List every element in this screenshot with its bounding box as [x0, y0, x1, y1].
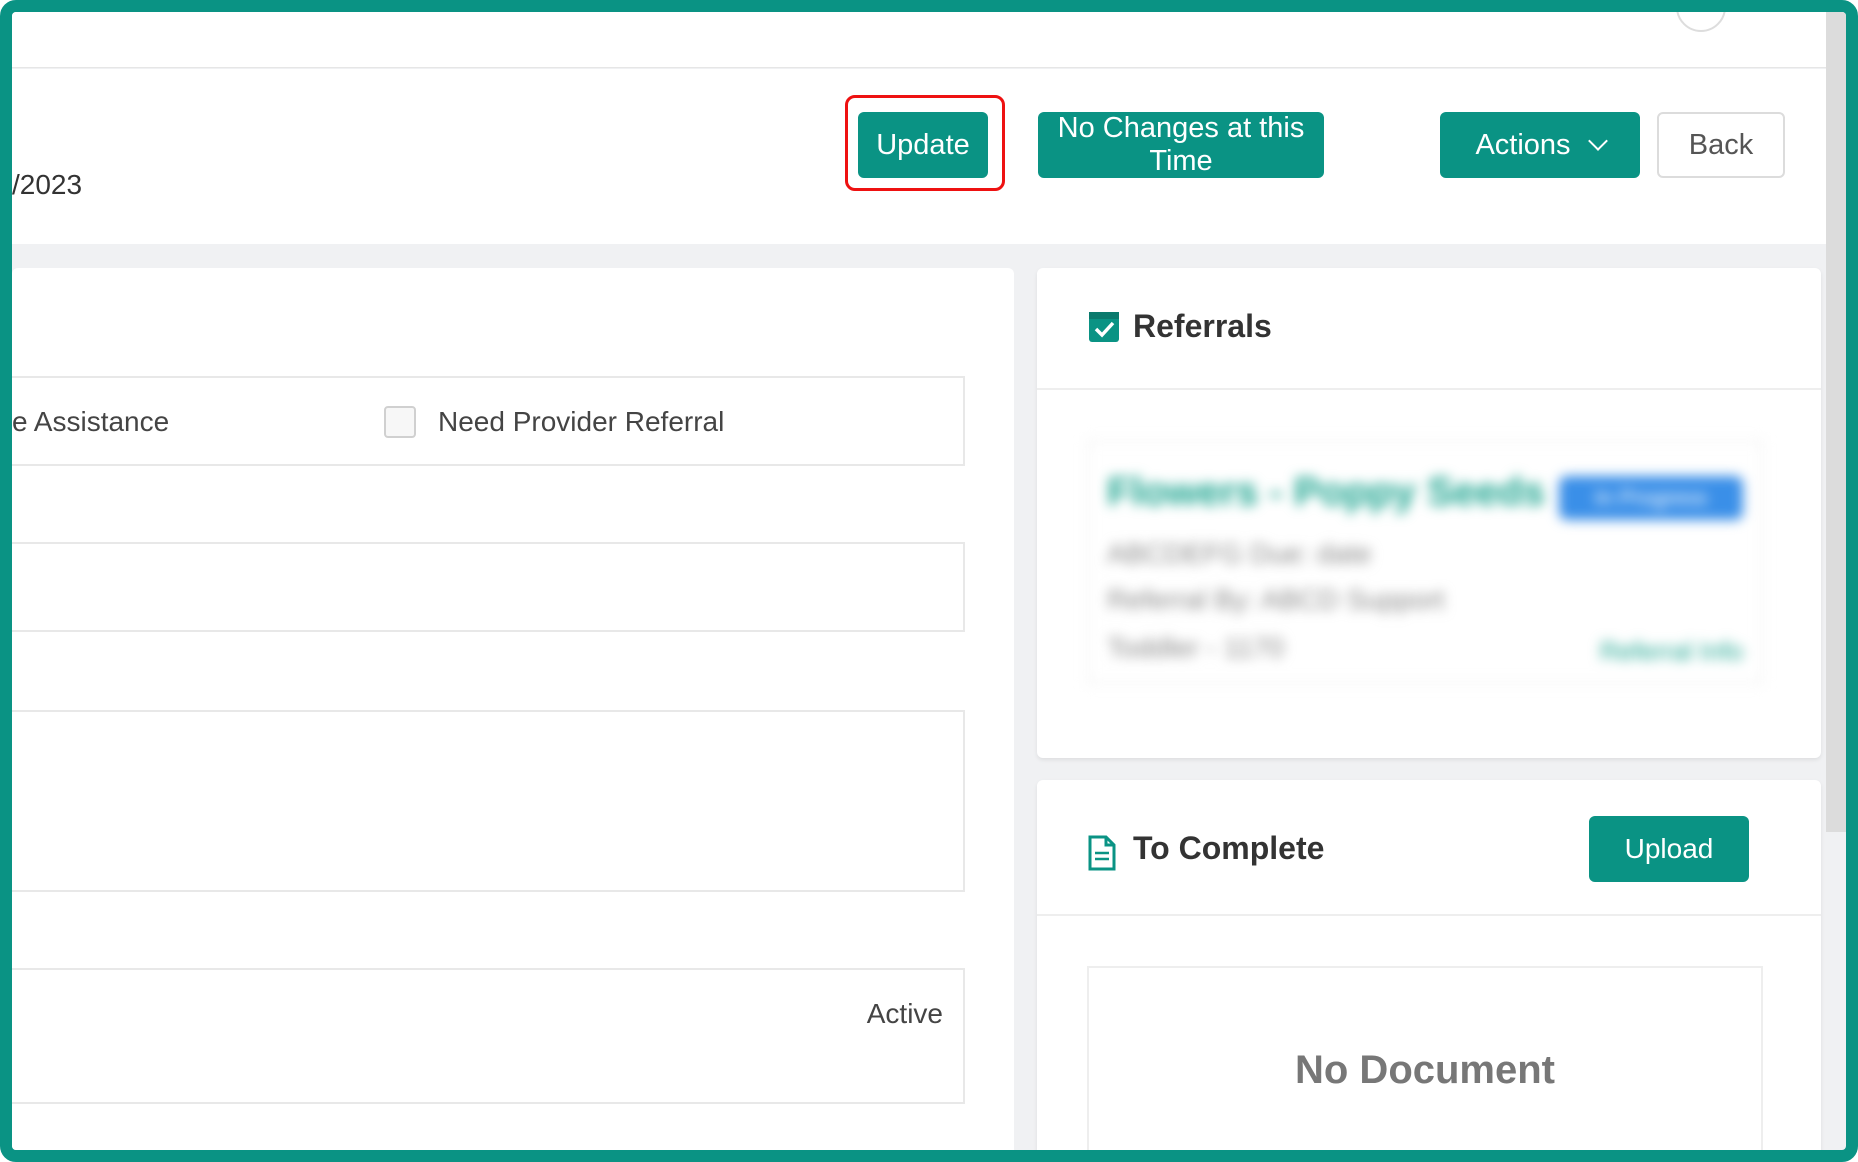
scrollbar[interactable]: [1826, 12, 1846, 832]
top-bar: [12, 12, 1846, 68]
referrals-header: Referrals: [1037, 268, 1821, 390]
to-complete-title: To Complete: [1133, 830, 1325, 866]
referrals-card: Referrals Flowers - Poppy Seeds In Progr…: [1037, 268, 1821, 758]
no-changes-button[interactable]: No Changes at this Time: [1038, 112, 1324, 178]
referral-detail: Referral By: ABCD Support: [1107, 584, 1445, 615]
date-text: /2023: [12, 169, 83, 200]
referral-status-badge: In Progress: [1559, 476, 1743, 520]
back-button[interactable]: Back: [1657, 112, 1785, 178]
need-provider-referral-checkbox[interactable]: [384, 406, 416, 438]
assistance-label: e Assistance: [12, 406, 170, 437]
app-frame: /2023 Update No Changes at this Time Act…: [0, 0, 1858, 1162]
need-provider-referral-label: Need Provider Referral: [438, 406, 725, 437]
referral-detail: Toddler - 1170: [1107, 632, 1284, 663]
form-textarea-row[interactable]: [12, 710, 965, 892]
calendar-check-icon: [1089, 312, 1119, 342]
actions-label: Actions: [1475, 128, 1571, 161]
empty-state-text: No Document: [1295, 1048, 1555, 1092]
page-header: /2023 Update No Changes at this Time Act…: [12, 69, 1846, 244]
details-card: e Assistance Need Provider Referral Acti…: [12, 268, 1014, 1150]
profile-avatar[interactable]: [1676, 12, 1726, 32]
referral-detail: ABCDEFG Due: date: [1107, 538, 1372, 569]
status-row: Active: [12, 968, 965, 1104]
update-button[interactable]: Update: [858, 112, 988, 178]
document-icon: [1088, 835, 1116, 871]
actions-dropdown-button[interactable]: Actions: [1440, 112, 1640, 178]
documents-list: No Document: [1087, 966, 1763, 1150]
to-complete-card: To Complete Upload No Document: [1037, 780, 1821, 1150]
referral-item[interactable]: Flowers - Poppy Seeds In Progress ABCDEF…: [1087, 440, 1763, 684]
status-value: Active: [866, 998, 943, 1029]
upload-button[interactable]: Upload: [1589, 816, 1749, 882]
referral-info-link[interactable]: Referral Info: [1600, 636, 1743, 667]
chevron-down-icon: [1587, 131, 1608, 151]
referral-name: Flowers - Poppy Seeds: [1107, 470, 1545, 514]
form-field-row[interactable]: [12, 542, 965, 632]
referrals-title: Referrals: [1133, 308, 1272, 344]
assistance-row: e Assistance Need Provider Referral: [12, 376, 965, 466]
to-complete-header: To Complete Upload: [1037, 780, 1821, 916]
